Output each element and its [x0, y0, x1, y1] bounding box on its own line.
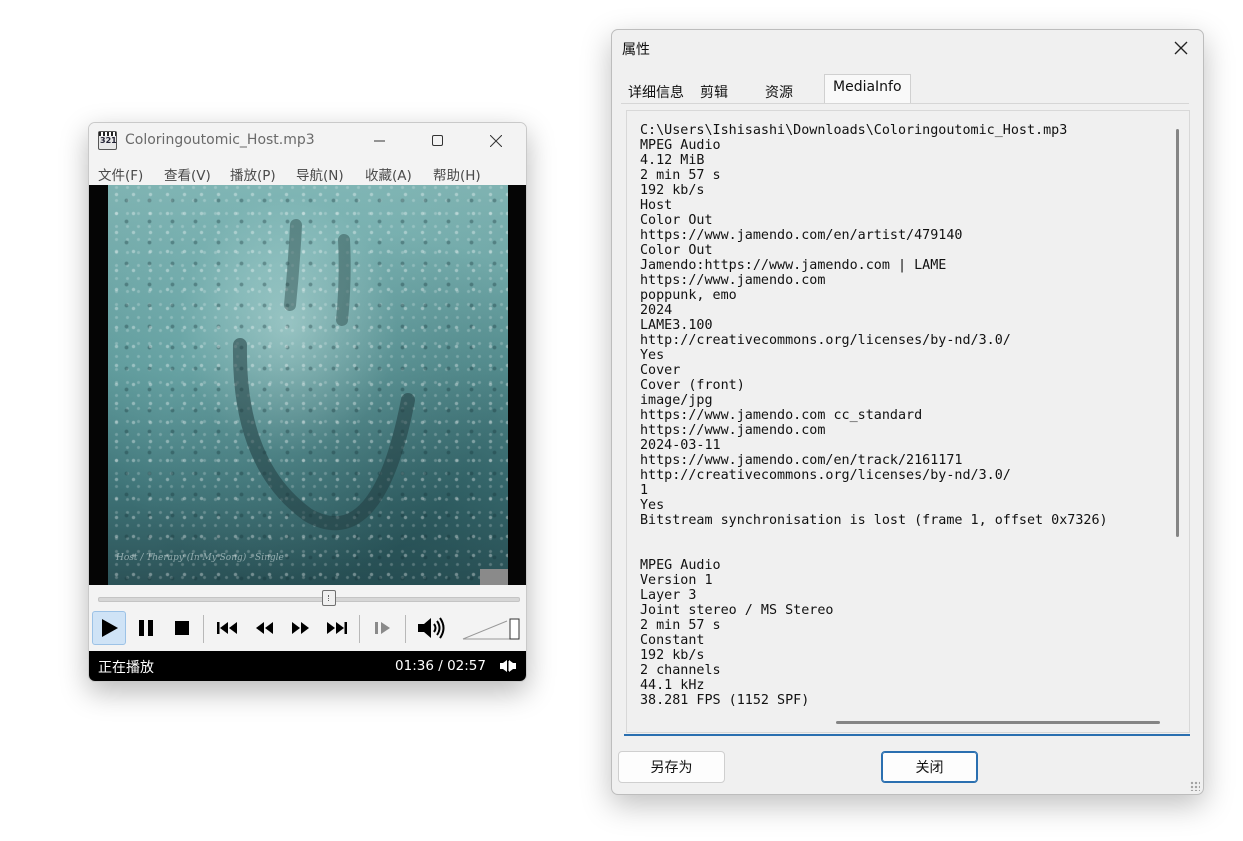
- close-icon: [1174, 41, 1188, 55]
- media-player-window: 321 Coloringoutomic_Host.mp3 文件(F) 查看(V)…: [88, 122, 527, 682]
- skip-previous-icon: [217, 622, 237, 634]
- menu-file[interactable]: 文件(F): [98, 164, 143, 184]
- close-icon: [490, 135, 502, 147]
- fast-forward-button[interactable]: [284, 611, 318, 645]
- mediainfo-text[interactable]: C:\Users\Ishisashi\Downloads\Coloringout…: [640, 123, 1108, 708]
- skip-next-icon: [327, 622, 347, 634]
- player-app-icon: 321: [98, 131, 117, 150]
- minimize-button[interactable]: [357, 123, 403, 159]
- tab-clip[interactable]: 剪辑: [700, 77, 728, 103]
- app-icon-text: 321: [100, 136, 117, 145]
- rewind-button[interactable]: [247, 611, 281, 645]
- frame-step-button[interactable]: [366, 611, 400, 645]
- mute-button[interactable]: [414, 611, 448, 645]
- video-area[interactable]: Host / Therapy (In My Song) - Single: [89, 185, 526, 585]
- tab-details[interactable]: 详细信息: [628, 77, 684, 103]
- smiley-face-drawing: [232, 219, 415, 531]
- dialog-title: 属性: [622, 42, 650, 58]
- player-menubar: 文件(F) 查看(V) 播放(P) 导航(N) 收藏(A) 帮助(H): [89, 159, 526, 185]
- album-cover-art: Host / Therapy (In My Song) - Single: [108, 185, 508, 585]
- tab-resources[interactable]: 资源: [765, 77, 793, 103]
- cover-corner-overlay: [480, 569, 508, 585]
- horizontal-scrollbar[interactable]: [836, 721, 1160, 724]
- properties-dialog: 属性 详细信息 剪辑 资源 MediaInfo C:\Users\Ishisas…: [611, 29, 1204, 795]
- rewind-icon: [256, 622, 273, 634]
- previous-button[interactable]: [210, 611, 244, 645]
- pause-icon: [139, 620, 153, 636]
- close-button[interactable]: 关闭: [881, 751, 978, 783]
- volume-icon: [418, 617, 445, 639]
- vertical-scrollbar[interactable]: [1176, 129, 1179, 537]
- volume-slider[interactable]: [461, 617, 521, 641]
- play-icon: [102, 619, 118, 637]
- menu-play[interactable]: 播放(P): [230, 164, 276, 184]
- menu-help[interactable]: 帮助(H): [433, 164, 481, 184]
- player-titlebar[interactable]: 321 Coloringoutomic_Host.mp3: [89, 123, 526, 159]
- menu-navigate[interactable]: 导航(N): [296, 164, 344, 184]
- menu-favorites[interactable]: 收藏(A): [365, 164, 412, 184]
- control-separator: [203, 615, 204, 643]
- player-status-bar: 正在播放 01:36 / 02:57: [89, 651, 526, 681]
- maximize-icon: [432, 135, 443, 146]
- dialog-close-button[interactable]: [1159, 30, 1203, 66]
- save-as-button[interactable]: 另存为: [618, 751, 725, 783]
- pause-button[interactable]: [129, 611, 163, 645]
- next-button[interactable]: [320, 611, 354, 645]
- seek-bar[interactable]: [98, 597, 520, 602]
- seek-thumb[interactable]: [322, 590, 336, 606]
- panel-focus-line: [624, 734, 1190, 736]
- tab-divider: [621, 103, 1189, 104]
- frame-step-icon: [375, 622, 390, 634]
- maximize-button[interactable]: [415, 123, 461, 159]
- mediainfo-panel[interactable]: C:\Users\Ishisashi\Downloads\Coloringout…: [626, 110, 1190, 733]
- cover-caption: Host / Therapy (In My Song) - Single: [116, 553, 284, 563]
- play-button[interactable]: [92, 611, 126, 645]
- fast-forward-icon: [292, 622, 309, 634]
- minimize-icon: [374, 140, 385, 142]
- volume-ramp-icon: [462, 618, 520, 640]
- control-separator: [359, 615, 360, 643]
- menu-view[interactable]: 查看(V): [164, 164, 211, 184]
- stop-button[interactable]: [165, 611, 199, 645]
- stop-icon: [175, 621, 189, 635]
- resize-grip[interactable]: [1190, 781, 1200, 791]
- window-close-button[interactable]: [473, 123, 519, 159]
- audio-channel-icon: [500, 660, 516, 672]
- playback-time: 01:36 / 02:57: [395, 658, 486, 674]
- playback-status: 正在播放: [98, 660, 154, 676]
- player-window-title: Coloringoutomic_Host.mp3: [125, 132, 315, 148]
- tab-mediainfo[interactable]: MediaInfo: [824, 74, 911, 103]
- control-separator: [405, 615, 406, 643]
- playback-controls: [89, 585, 526, 651]
